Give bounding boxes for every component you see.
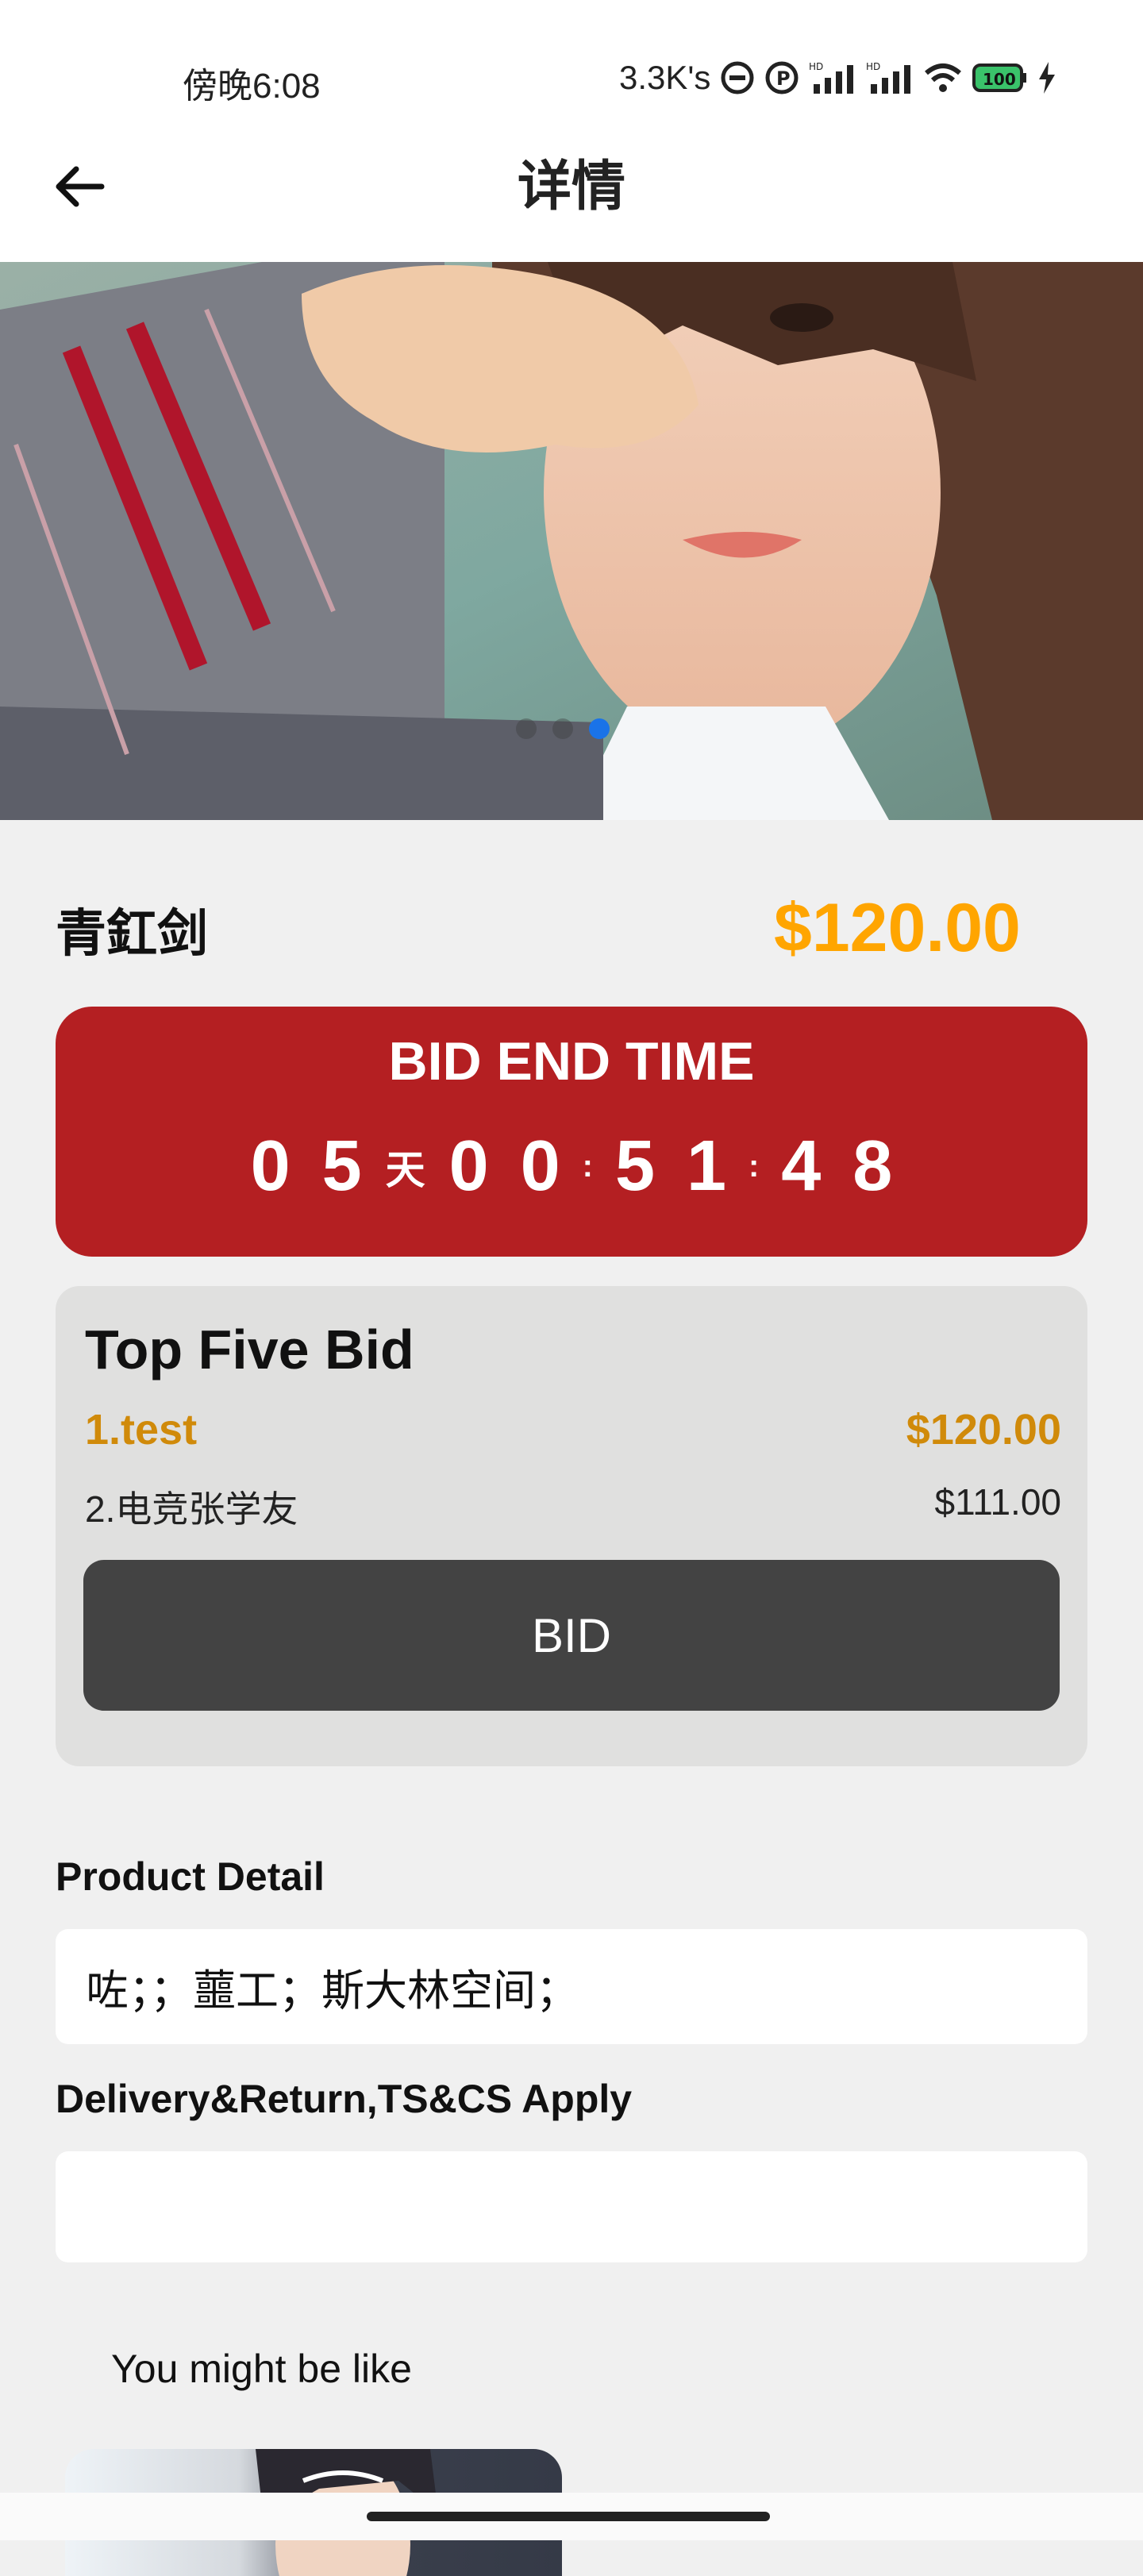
countdown-title: BID END TIME [388,1031,755,1092]
product-image-carousel[interactable] [0,262,1143,820]
svg-text:HD: HD [809,61,823,72]
delivery-text [56,2151,1087,2262]
do-not-disturb-icon [720,60,755,95]
svg-text:P: P [776,67,791,90]
network-speed: 3.3K's [619,59,711,96]
battery-level: 100 [983,70,1016,89]
countdown-timer: 0 5 天 0 0 : 5 1 : 4 8 [56,1126,1087,1207]
page-title: 详情 [517,156,625,217]
product-price: $120.00 [774,890,1021,966]
day-unit: 天 [385,1147,425,1192]
bid-row: 1.test $120.00 [85,1405,1061,1454]
days-digit: 5 [321,1126,362,1206]
wifi-icon [923,60,963,95]
days-digit: 0 [250,1126,291,1206]
svg-text:HD: HD [866,61,880,72]
battery-icon: 100 [972,62,1028,94]
product-name: 青釭剑 [56,905,208,962]
status-icons: 3.3K's P HD HD 100 [619,56,1056,100]
hours-digit: 0 [520,1126,560,1206]
carousel-dots [516,718,610,739]
carousel-dot-active[interactable] [589,718,610,739]
seconds-digit: 4 [781,1126,822,1206]
status-time: 傍晚6:08 [183,67,321,106]
bid-button[interactable]: BID [83,1560,1060,1711]
seconds-digit: 8 [852,1126,893,1206]
home-indicator[interactable] [367,2512,770,2521]
bid-amount: $111.00 [934,1481,1061,1523]
time-separator: : [582,1149,593,1184]
hours-digit: 0 [448,1126,489,1206]
carousel-dot[interactable] [516,718,537,739]
minutes-digit: 5 [614,1126,656,1206]
bid-countdown: BID END TIME 0 5 天 0 0 : 5 1 : 4 8 [56,1007,1087,1257]
carousel-dot[interactable] [552,718,573,739]
charging-icon [1037,60,1056,95]
bidder-name: 1.test [85,1406,198,1454]
bidder-name: 2.电竞张学友 [85,1488,298,1530]
recommend-label: You might be like [111,2347,412,2391]
parking-icon: P [764,60,799,95]
time-separator: : [749,1149,760,1184]
product-detail-text: 咗；；蘁工；斯大林空间； [56,1929,1087,2044]
bid-amount: $120.00 [906,1406,1061,1454]
product-detail-label: Product Detail [56,1854,325,1899]
delivery-label: Delivery&Return,TS&CS Apply [56,2077,633,2121]
bid-row: 2.电竞张学友 $111.00 [85,1481,1061,1533]
signal-hd-icon-2: HD [866,60,914,95]
top-five-title: Top Five Bid [85,1319,414,1380]
minutes-digit: 1 [686,1126,727,1206]
signal-hd-icon: HD [809,60,856,95]
top-five-bid-panel: Top Five Bid 1.test $120.00 2.电竞张学友 $111… [56,1286,1087,1766]
